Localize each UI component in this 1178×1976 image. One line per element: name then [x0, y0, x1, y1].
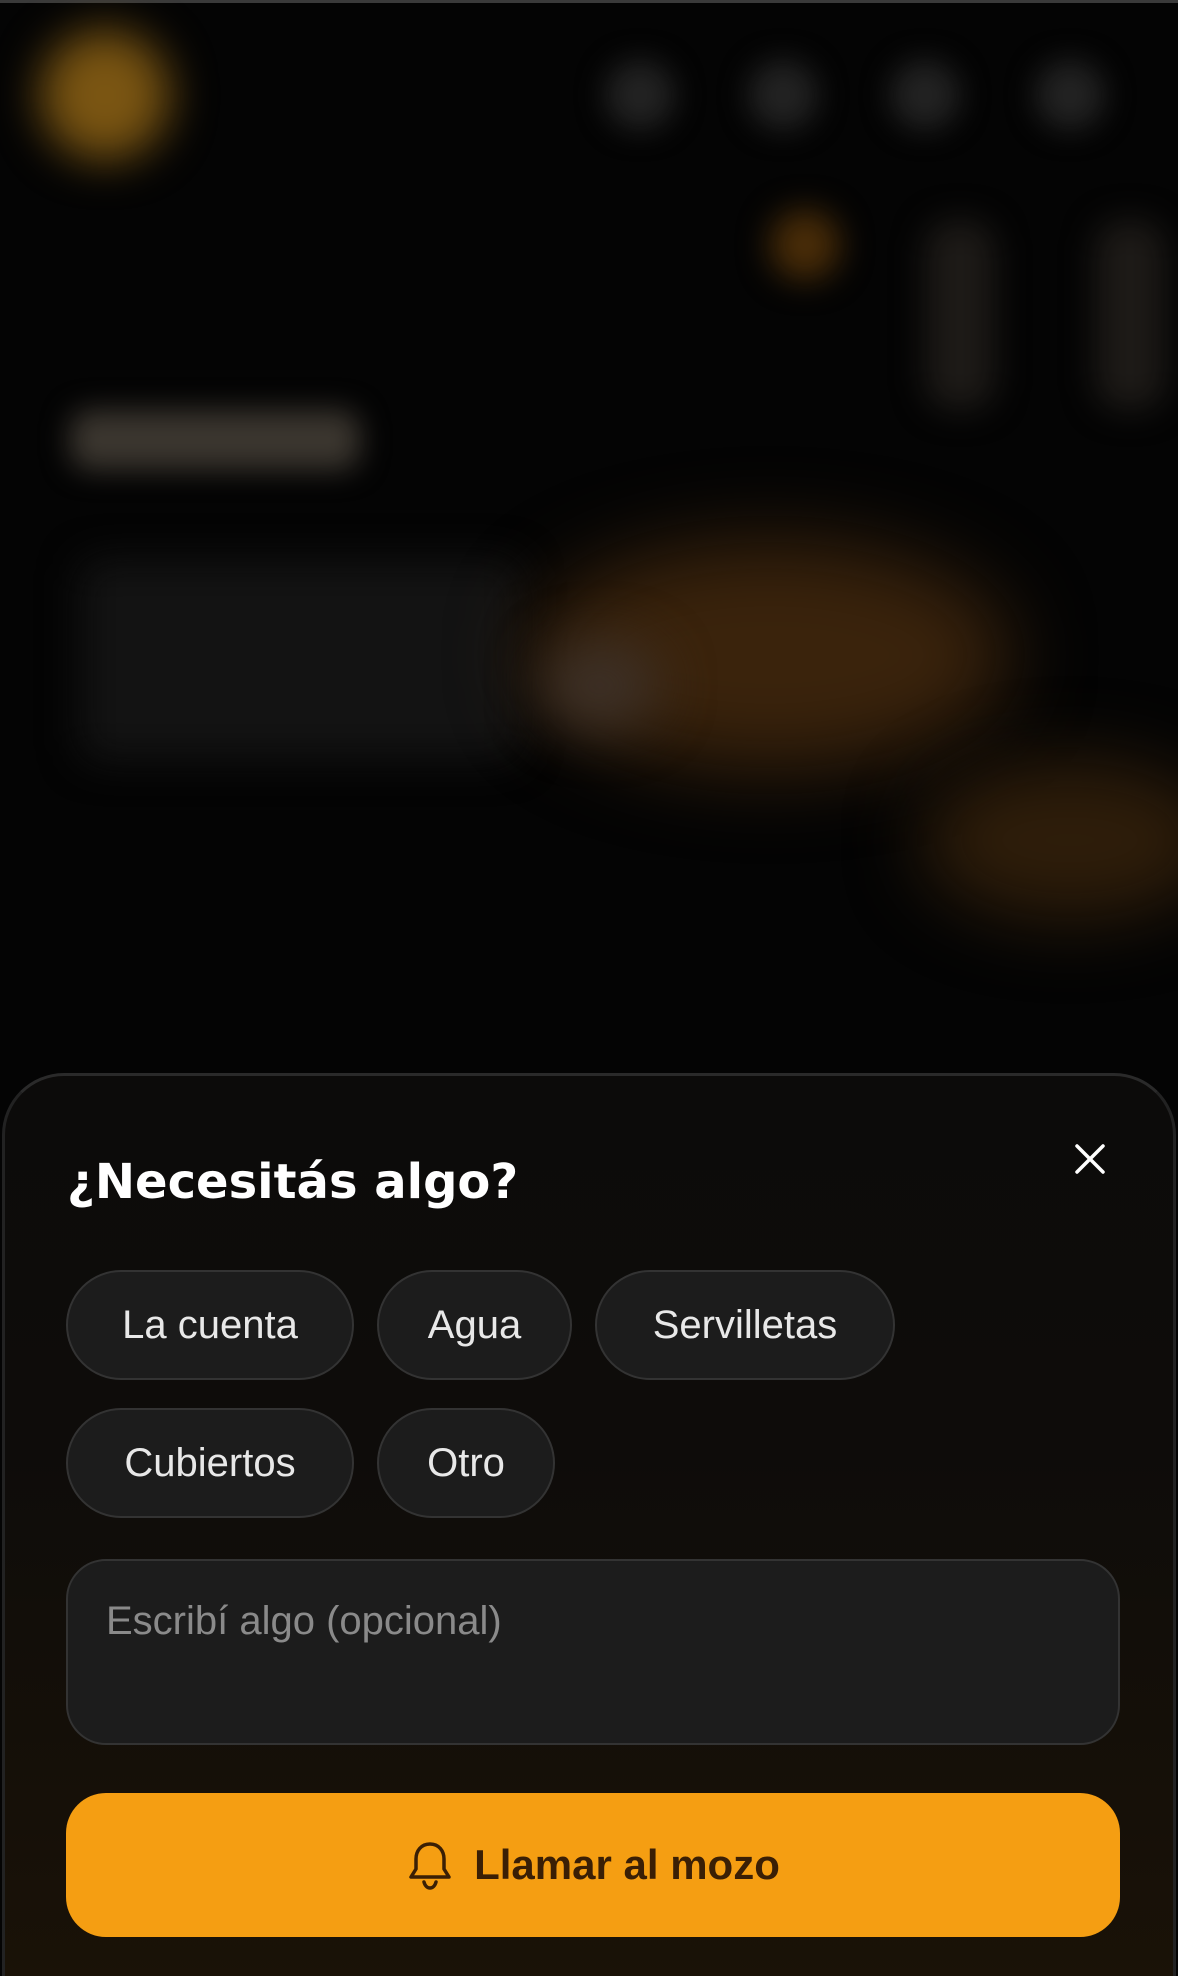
call-waiter-sheet: ¿Necesitás algo? La cuenta Agua Serville… [2, 1073, 1176, 1976]
close-button[interactable] [1065, 1136, 1115, 1186]
note-input[interactable] [66, 1559, 1120, 1745]
food-image-blur [920, 760, 1178, 920]
call-waiter-button[interactable]: Llamar al mozo [66, 1793, 1120, 1937]
heading-blur [70, 410, 360, 470]
app-screen: ¿Necesitás algo? La cuenta Agua Serville… [0, 0, 1178, 1976]
bell-icon [406, 1839, 454, 1891]
nav-icon-blur [1035, 60, 1105, 130]
decor-blur [1095, 220, 1165, 410]
option-chip-servilletas[interactable]: Servilletas [595, 1270, 895, 1380]
option-chip-otro[interactable]: Otro [377, 1408, 555, 1518]
close-icon [1073, 1142, 1107, 1181]
blurred-background [0, 0, 1178, 1100]
food-image-blur [540, 640, 660, 730]
nav-icon-blur [890, 60, 960, 130]
call-waiter-label: Llamar al mozo [474, 1841, 780, 1888]
option-chip-cubiertos[interactable]: Cubiertos [66, 1408, 354, 1518]
option-chip-la-cuenta[interactable]: La cuenta [66, 1270, 354, 1380]
logo-blur [40, 30, 170, 160]
sheet-title: ¿Necesitás algo? [67, 1154, 519, 1210]
decor-blur [770, 210, 840, 280]
text-block-blur [80, 560, 520, 760]
decor-blur [925, 220, 995, 410]
nav-icon-blur [605, 60, 675, 130]
option-chip-agua[interactable]: Agua [377, 1270, 572, 1380]
nav-icon-blur [748, 60, 818, 130]
